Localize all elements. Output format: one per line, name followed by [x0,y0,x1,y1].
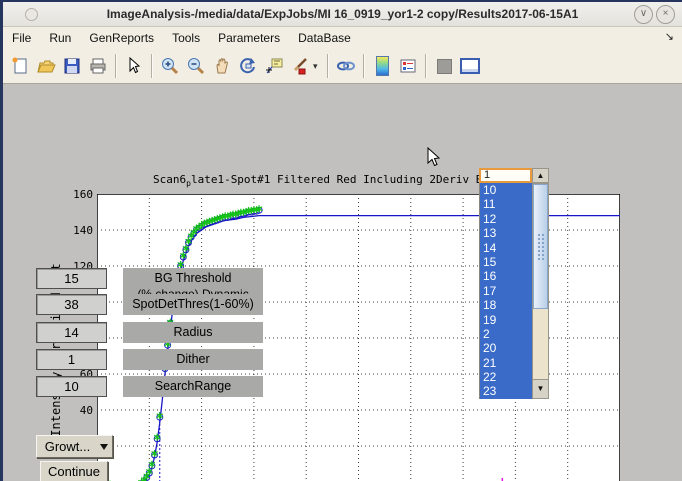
combo-list-item[interactable]: 19 [480,313,533,327]
combo-list-item[interactable]: 16 [480,269,533,283]
dither-label: Dither [123,349,263,370]
searchrange-label: SearchRange [123,376,263,397]
spot-number-popup-list[interactable]: 10111213141516171819220212223 [479,183,533,399]
radius-field[interactable]: 14 [36,322,107,343]
gray-square-icon[interactable] [431,53,457,79]
menu-file[interactable]: File [3,28,40,48]
dock-figure-icon[interactable] [457,53,483,79]
figure-canvas[interactable]: Scan6plate1-Spot#1 Filtered Red Includin… [3,84,682,481]
menu-run[interactable]: Run [40,28,80,48]
menu-grip-icon[interactable]: ↘ [665,30,674,43]
combo-list-item[interactable]: 13 [480,226,533,240]
y-tick-label: 40 [59,404,93,417]
data-cursor-icon[interactable] [261,53,287,79]
figure-toolbar: ▾ [3,49,682,84]
searchrange-field[interactable]: 10 [36,376,107,397]
print-icon[interactable] [85,53,111,79]
growth-mode-dropdown[interactable]: Growt... [36,435,113,458]
combo-list-item[interactable]: 11 [480,197,533,211]
title-bar[interactable]: ImageAnalysis-/media/data/ExpJobs/MI 16_… [3,2,682,27]
combo-list-item[interactable]: 20 [480,341,533,355]
zoom-out-icon[interactable] [183,53,209,79]
spotdetthres-label: SpotDetThres(1-60%) [123,294,263,315]
dither-field[interactable]: 1 [36,349,107,370]
combo-list-item[interactable]: 17 [480,284,533,298]
zoom-in-icon[interactable] [157,53,183,79]
brush-dropdown-icon[interactable]: ▾ [313,61,323,72]
scrollbar-thumb[interactable] [533,184,548,309]
combo-list-item[interactable]: 22 [480,370,533,384]
bg-threshold-field[interactable]: 15 [36,268,107,289]
new-document-icon[interactable] [7,53,33,79]
app-window: ImageAnalysis-/media/data/ExpJobs/MI 16_… [0,0,682,481]
y-tick-label: 160 [59,188,93,201]
scrollbar-grip-icon [537,233,546,261]
mouse-cursor-icon [427,147,441,167]
window-title: ImageAnalysis-/media/data/ExpJobs/MI 16_… [3,7,682,21]
combo-list-item[interactable]: 23 [480,384,533,398]
combo-list-item[interactable]: 21 [480,356,533,370]
spotdetthres-field[interactable]: 38 [36,294,107,315]
chevron-down-icon [100,444,108,450]
scroll-down-icon[interactable]: ▼ [533,379,548,398]
plot-title: Scan6plate1-Spot#1 Filtered Red Includin… [153,173,489,188]
colorbar-icon[interactable] [369,53,395,79]
popup-scrollbar[interactable]: ▼ [532,183,549,399]
menu-genreports[interactable]: GenReports [80,28,163,48]
bg-threshold-label: BG Threshold(% change) Dynamic [123,268,263,294]
combo-list-item[interactable]: 2 [480,327,533,341]
close-button[interactable]: × [656,5,675,24]
pan-hand-icon[interactable] [209,53,235,79]
link-plots-icon[interactable] [333,53,359,79]
open-folder-icon[interactable] [33,53,59,79]
combo-list-item[interactable]: 14 [480,241,533,255]
menu-database[interactable]: DataBase [289,28,360,48]
y-tick-label: 140 [59,224,93,237]
continue-button[interactable]: Continue [40,461,108,481]
radius-label: Radius [123,322,263,343]
combo-list-item[interactable]: 18 [480,298,533,312]
combo-list-item[interactable]: 10 [480,183,533,197]
menu-bar: File Run GenReports Tools Parameters Dat… [3,27,682,49]
menu-tools[interactable]: Tools [163,28,209,48]
insert-legend-icon[interactable] [395,53,421,79]
spot-number-combo-field[interactable]: 1 [479,168,532,183]
save-icon[interactable] [59,53,85,79]
shade-button[interactable]: ∨ [634,5,653,24]
scroll-up-icon[interactable]: ▲ [532,168,549,183]
rotate-3d-icon[interactable] [235,53,261,79]
combo-list-item[interactable]: 12 [480,212,533,226]
pointer-icon[interactable] [121,53,147,79]
menu-parameters[interactable]: Parameters [209,28,289,48]
brush-icon[interactable] [287,53,313,79]
combo-list-item[interactable]: 15 [480,255,533,269]
